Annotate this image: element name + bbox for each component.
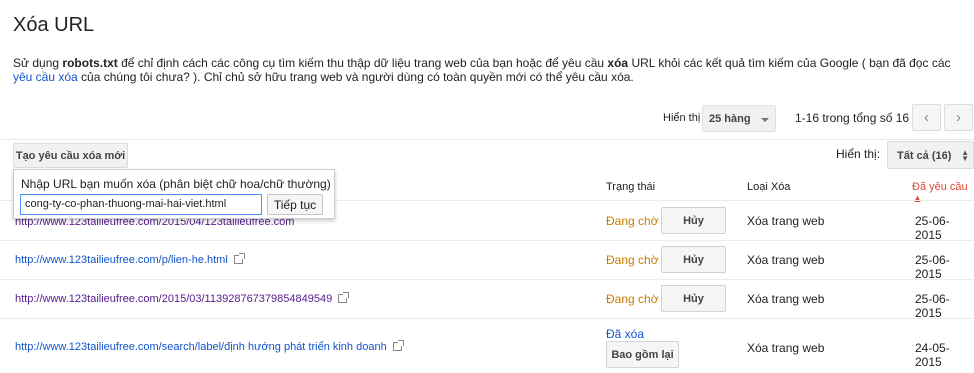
- url-input[interactable]: cong-ty-co-phan-thuong-mai-hai-viet.html: [20, 194, 262, 215]
- prev-page-button[interactable]: ‹: [912, 104, 941, 131]
- external-link-icon: [233, 253, 245, 264]
- chevron-right-icon: ›: [956, 109, 961, 126]
- filter-select[interactable]: Tất cả (16) ▲ ▼: [887, 141, 974, 169]
- cancel-request-button[interactable]: Hủy: [661, 285, 726, 312]
- sort-updown-icon: ▲ ▼: [961, 148, 969, 163]
- divider: [0, 318, 974, 319]
- rows-per-page-select[interactable]: 25 hàng: [702, 105, 776, 132]
- column-header-type[interactable]: Loại Xóa: [747, 181, 790, 193]
- cancel-request-button[interactable]: Hủy: [661, 207, 726, 234]
- divider: [0, 279, 974, 280]
- column-header-status[interactable]: Trạng thái: [606, 181, 655, 193]
- chevron-left-icon: ‹: [924, 109, 929, 126]
- pagination-range: 1-16 trong tổng số 16: [795, 111, 910, 125]
- page-title: Xóa URL: [13, 14, 95, 36]
- row-date: 25-06-2015: [915, 214, 950, 242]
- table-row-url[interactable]: http://www.123tailieufree.com/2015/03/11…: [15, 292, 350, 305]
- continue-button[interactable]: Tiếp tục: [267, 194, 323, 215]
- dropdown-caret-icon: [761, 118, 769, 122]
- row-date: 24-05-2015: [915, 341, 950, 369]
- row-type: Xóa trang web: [747, 292, 825, 306]
- row-status[interactable]: Đã xóa: [606, 327, 644, 341]
- cancel-request-button[interactable]: Hủy: [661, 246, 726, 273]
- external-link-icon: [392, 340, 404, 351]
- table-row-url[interactable]: http://www.123tailieufree.com/p/lien-he.…: [15, 253, 245, 266]
- url-entry-popup: Nhập URL bạn muốn xóa (phân biệt chữ hoa…: [13, 169, 335, 219]
- row-status: Đang chờ: [606, 292, 659, 306]
- divider: [0, 139, 974, 140]
- row-status: Đang chờ: [606, 253, 659, 267]
- row-type: Xóa trang web: [747, 214, 825, 228]
- removal-requests-link[interactable]: yêu cầu xóa: [13, 70, 78, 84]
- page-description: Sử dụng robots.txt để chỉ định cách các …: [13, 56, 951, 84]
- table-row-url[interactable]: http://www.123tailieufree.com/search/lab…: [15, 340, 404, 353]
- row-date: 25-06-2015: [915, 253, 950, 281]
- external-link-icon: [338, 292, 350, 303]
- row-type: Xóa trang web: [747, 253, 825, 267]
- column-header-requested[interactable]: Đã yêu cầu ▲: [912, 181, 974, 205]
- new-removal-request-button[interactable]: Tạo yêu cầu xóa mới: [13, 143, 128, 168]
- next-page-button[interactable]: ›: [944, 104, 973, 131]
- divider: [0, 240, 974, 241]
- filter-label: Hiển thị:: [836, 147, 881, 161]
- row-status: Đang chờ: [606, 214, 659, 228]
- row-type: Xóa trang web: [747, 341, 825, 355]
- row-date: 25-06-2015: [915, 292, 950, 320]
- rows-per-page-label: Hiển thị: [663, 112, 701, 124]
- reinclude-button[interactable]: Bao gồm lại: [606, 341, 679, 368]
- url-entry-label: Nhập URL bạn muốn xóa (phân biệt chữ hoa…: [21, 177, 331, 191]
